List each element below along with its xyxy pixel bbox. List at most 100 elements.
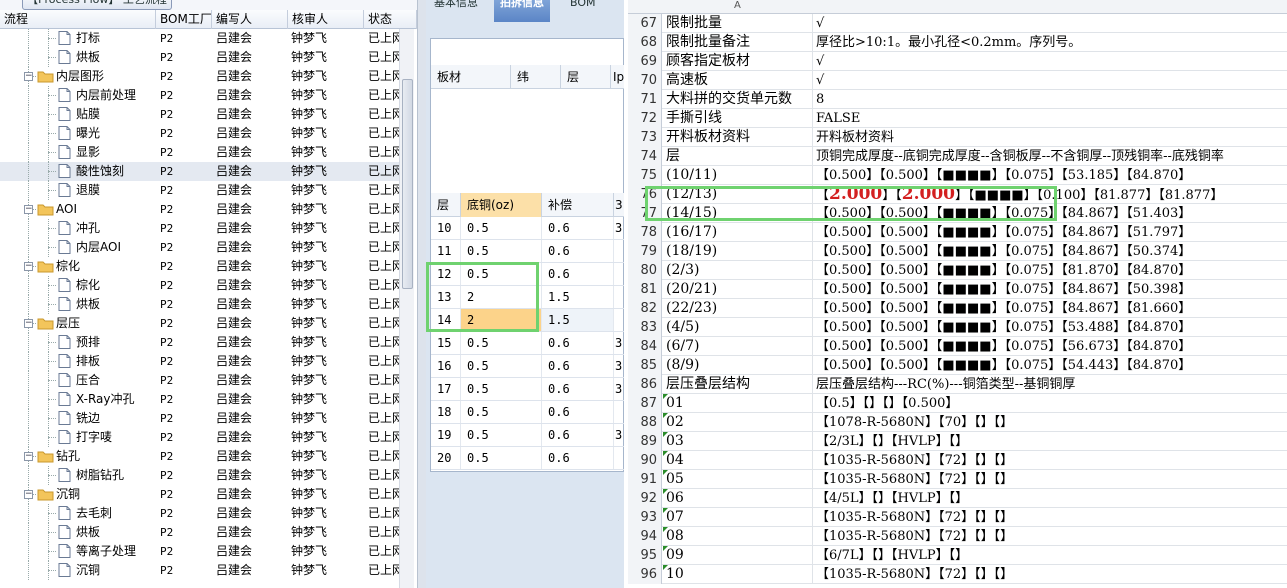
- layer-cell-copper[interactable]: 0.5: [461, 401, 542, 423]
- cell-b[interactable]: 【0.5】【】【】【0.500】: [814, 394, 1287, 413]
- sheet-row[interactable]: 81 (20/21) 【0.500】【0.500】【■■■■】【0.075】【84.…: [628, 280, 1287, 299]
- sheet-row[interactable]: 82 (22/23) 【0.500】【0.500】【■■■■】【0.075】【84.…: [628, 299, 1287, 318]
- collapse-toggle-icon[interactable]: −: [24, 452, 33, 461]
- cell-b[interactable]: 开料板材资料: [814, 128, 1287, 147]
- cell-a[interactable]: 10: [663, 565, 813, 584]
- cell-a[interactable]: 05: [663, 470, 813, 489]
- layer-row[interactable]: 15 0.5 0.6 3: [431, 332, 624, 355]
- cell-b[interactable]: 【1035-R-5680N】【72】【】【】: [814, 527, 1287, 546]
- row-number[interactable]: 75: [628, 166, 662, 185]
- row-number[interactable]: 90: [628, 451, 662, 470]
- sheet-row[interactable]: 88 02 【1078-R-5680N】【70】【】【】: [628, 413, 1287, 432]
- col-header-writer[interactable]: 编写人: [212, 10, 288, 29]
- row-number[interactable]: 81: [628, 280, 662, 299]
- cell-a[interactable]: (8/9): [663, 356, 813, 375]
- process-flow-button[interactable]: 【Process Flow】 工艺流程: [22, 0, 172, 10]
- collapse-toggle-icon[interactable]: −: [24, 319, 33, 328]
- sheet-row[interactable]: 89 03 【2/3L】【】【HVLP】【】: [628, 432, 1287, 451]
- col-header-extra-2[interactable]: 3: [614, 193, 624, 217]
- layer-row[interactable]: 16 0.5 0.6 3: [431, 355, 624, 378]
- tree-row[interactable]: 内层AOI P2 吕建会 钟梦飞 已上网: [0, 238, 399, 257]
- layer-cell-layer[interactable]: 17: [431, 378, 461, 400]
- layer-row[interactable]: 18 0.5 0.6: [431, 401, 624, 424]
- tree-row[interactable]: 显影 P2 吕建会 钟梦飞 已上网: [0, 143, 399, 162]
- row-number[interactable]: 95: [628, 546, 662, 565]
- layer-row[interactable]: 11 0.5 0.6: [431, 240, 624, 263]
- row-number[interactable]: 96: [628, 565, 662, 584]
- cell-a[interactable]: 02: [663, 413, 813, 432]
- layer-cell-copper[interactable]: 0.5: [461, 447, 542, 469]
- layer-cell-layer[interactable]: 20: [431, 447, 461, 469]
- sheet-row[interactable]: 91 05 【1035-R-5680N】【72】【】【】: [628, 470, 1287, 489]
- tree-row[interactable]: 树脂钻孔 P2 吕建会 钟梦飞 已上网: [0, 466, 399, 485]
- tree-row[interactable]: 烘板 P2 吕建会 钟梦飞 已上网: [0, 48, 399, 67]
- tree-row[interactable]: 退膜 P2 吕建会 钟梦飞 已上网: [0, 181, 399, 200]
- layer-cell-layer[interactable]: 16: [431, 355, 461, 377]
- tree-row[interactable]: 内层前处理 P2 吕建会 钟梦飞 已上网: [0, 86, 399, 105]
- layer-cell-layer[interactable]: 18: [431, 401, 461, 423]
- col-header-status[interactable]: 状态: [364, 10, 417, 29]
- sheet-row[interactable]: 69 顾客指定板材 √: [628, 52, 1287, 71]
- sheet-row[interactable]: 74 层顶铜完成厚度--底铜完成厚度--含铜板厚--不含铜厚--顶残铜率--底残铜…: [628, 147, 1287, 166]
- tree-row[interactable]: 烘板 P2 吕建会 钟梦飞 已上网: [0, 523, 399, 542]
- cell-b[interactable]: 【1035-R-5680N】【72】【】【】: [814, 451, 1287, 470]
- cell-a[interactable]: (4/5): [663, 318, 813, 337]
- cell-a[interactable]: 大料拼的交货单元数: [663, 90, 813, 109]
- layer-cell-comp[interactable]: 0.6: [542, 240, 614, 262]
- cell-b[interactable]: √: [814, 52, 1287, 71]
- sheet-row[interactable]: 71 大料拼的交货单元数 8: [628, 90, 1287, 109]
- tree-row[interactable]: 压合 P2 吕建会 钟梦飞 已上网: [0, 371, 399, 390]
- col-header-weft[interactable]: 纬: [511, 65, 561, 89]
- row-number[interactable]: 84: [628, 337, 662, 356]
- layer-cell-extra[interactable]: 3: [614, 217, 624, 239]
- cell-a[interactable]: (20/21): [663, 280, 813, 299]
- layer-cell-extra[interactable]: 3: [614, 424, 624, 446]
- row-number[interactable]: 70: [628, 71, 662, 90]
- cell-b[interactable]: 【2/3L】【】【HVLP】【】: [814, 432, 1287, 451]
- cell-b[interactable]: 【0.500】【0.500】【■■■■】【0.075】【84.867】【51.7…: [814, 223, 1287, 242]
- sheet-row[interactable]: 72 手撕引线 FALSE: [628, 109, 1287, 128]
- tree-row[interactable]: 棕化 P2 吕建会 钟梦飞 已上网: [0, 276, 399, 295]
- sheet-row[interactable]: 80 (2/3) 【0.500】【0.500】【■■■■】【0.075】【81.87…: [628, 261, 1287, 280]
- cell-a[interactable]: (2/3): [663, 261, 813, 280]
- layer-cell-copper[interactable]: 0.5: [461, 332, 542, 354]
- cell-a[interactable]: 层压叠层结构: [663, 375, 813, 394]
- tree-row[interactable]: − 层压 P2 吕建会 钟梦飞 已上网: [0, 314, 399, 333]
- layer-cell-comp[interactable]: 0.6: [542, 355, 614, 377]
- sheet-row[interactable]: 92 06 【4/5L】【】【HVLP】【】: [628, 489, 1287, 508]
- tab-split-info[interactable]: 拍拆信息: [494, 0, 550, 22]
- sheet-row[interactable]: 83 (4/5) 【0.500】【0.500】【■■■■】【0.075】【53.48…: [628, 318, 1287, 337]
- sheet-row[interactable]: 75 (10/11) 【0.500】【0.500】【■■■■】【0.075】【53.…: [628, 166, 1287, 185]
- layer-cell-comp[interactable]: 0.6: [542, 378, 614, 400]
- row-number[interactable]: 68: [628, 33, 662, 52]
- sheet-row[interactable]: 79 (18/19) 【0.500】【0.500】【■■■■】【0.075】【84.…: [628, 242, 1287, 261]
- cell-a[interactable]: 手撕引线: [663, 109, 813, 128]
- cell-a[interactable]: (16/17): [663, 223, 813, 242]
- row-number[interactable]: 92: [628, 489, 662, 508]
- cell-a[interactable]: 高速板: [663, 71, 813, 90]
- layer-cell-comp[interactable]: 0.6: [542, 401, 614, 423]
- row-number[interactable]: 91: [628, 470, 662, 489]
- sheet-row[interactable]: 78 (16/17) 【0.500】【0.500】【■■■■】【0.075】【84.…: [628, 223, 1287, 242]
- layer-cell-copper[interactable]: 0.5: [461, 240, 542, 262]
- layer-cell-copper[interactable]: 0.5: [461, 355, 542, 377]
- col-header-base-copper[interactable]: 底铜(oz): [461, 193, 542, 217]
- layer-cell-layer[interactable]: 15: [431, 332, 461, 354]
- layer-cell-extra[interactable]: [614, 286, 624, 308]
- layer-cell-extra[interactable]: [614, 309, 624, 331]
- sheet-row[interactable]: 68 限制批量备注 厚径比>10:1。最小孔径<0.2mm。序列号。: [628, 33, 1287, 52]
- cell-b[interactable]: 【6/7L】【】【HVLP】【】: [814, 546, 1287, 565]
- cell-a[interactable]: 03: [663, 432, 813, 451]
- cell-a[interactable]: 限制批量备注: [663, 33, 813, 52]
- layer-cell-extra[interactable]: 3: [614, 332, 624, 354]
- tree-vertical-scrollbar[interactable]: [399, 29, 414, 588]
- tree-row[interactable]: 铣边 P2 吕建会 钟梦飞 已上网: [0, 409, 399, 428]
- panel-splitter[interactable]: [417, 0, 426, 588]
- layer-cell-extra[interactable]: [614, 240, 624, 262]
- col-header-bom-factory[interactable]: BOM工厂: [156, 10, 212, 29]
- row-number[interactable]: 67: [628, 14, 662, 33]
- sheet-row[interactable]: 90 04 【1035-R-5680N】【72】【】【】: [628, 451, 1287, 470]
- layer-row[interactable]: 20 0.5 0.6: [431, 447, 624, 470]
- tree-row[interactable]: 贴膜 P2 吕建会 钟梦飞 已上网: [0, 105, 399, 124]
- cell-a[interactable]: 09: [663, 546, 813, 565]
